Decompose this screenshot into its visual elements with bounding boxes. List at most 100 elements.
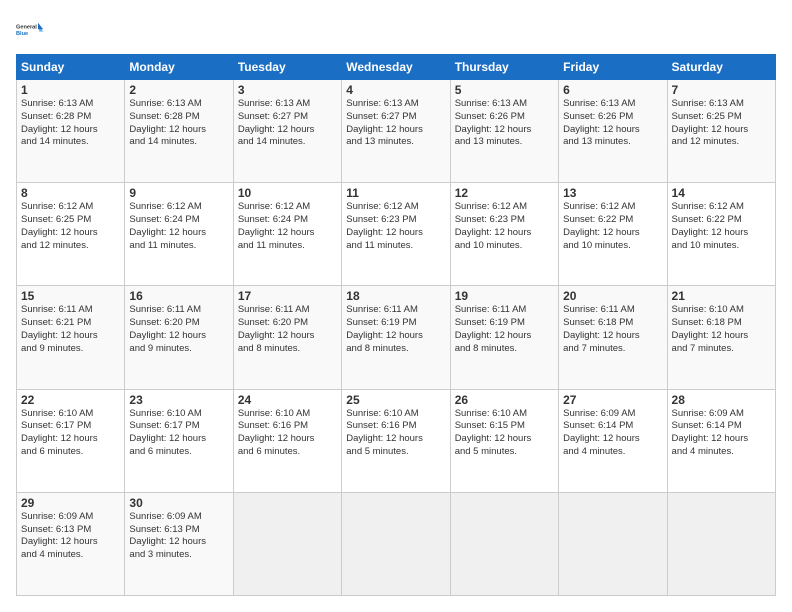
cell-info-line: Sunset: 6:19 PM [346, 317, 445, 330]
cell-info-line: Daylight: 12 hours [129, 330, 228, 343]
weekday-thursday: Thursday [450, 55, 558, 80]
weekday-header-row: SundayMondayTuesdayWednesdayThursdayFrid… [17, 55, 776, 80]
day-number: 23 [129, 393, 228, 407]
cell-info-line: and 13 minutes. [346, 136, 445, 149]
cell-info-line: Daylight: 12 hours [238, 227, 337, 240]
day-number: 22 [21, 393, 120, 407]
cell-info-line: Sunset: 6:18 PM [672, 317, 771, 330]
cell-info-line: Sunset: 6:26 PM [563, 111, 662, 124]
cell-info-line: and 12 minutes. [672, 136, 771, 149]
cell-info-line: and 8 minutes. [455, 343, 554, 356]
cell-info-line: Daylight: 12 hours [563, 124, 662, 137]
cell-info-line: Sunrise: 6:13 AM [672, 98, 771, 111]
cell-info-line: and 10 minutes. [563, 240, 662, 253]
cell-info-line: Sunset: 6:16 PM [238, 420, 337, 433]
cell-info-line: Sunrise: 6:12 AM [346, 201, 445, 214]
cell-info-line: and 3 minutes. [129, 549, 228, 562]
cell-info-line: Sunrise: 6:11 AM [129, 304, 228, 317]
cell-info-line: and 6 minutes. [129, 446, 228, 459]
day-number: 21 [672, 289, 771, 303]
cell-info-line: and 6 minutes. [238, 446, 337, 459]
weekday-sunday: Sunday [17, 55, 125, 80]
calendar-cell: 7Sunrise: 6:13 AMSunset: 6:25 PMDaylight… [667, 80, 775, 183]
cell-info-line: and 11 minutes. [129, 240, 228, 253]
calendar-cell: 21Sunrise: 6:10 AMSunset: 6:18 PMDayligh… [667, 286, 775, 389]
day-number: 12 [455, 186, 554, 200]
calendar-week-1: 1Sunrise: 6:13 AMSunset: 6:28 PMDaylight… [17, 80, 776, 183]
cell-info-line: Sunrise: 6:10 AM [672, 304, 771, 317]
day-number: 5 [455, 83, 554, 97]
calendar-cell [667, 492, 775, 595]
day-number: 24 [238, 393, 337, 407]
cell-info-line: Sunrise: 6:10 AM [346, 408, 445, 421]
day-number: 14 [672, 186, 771, 200]
cell-info-line: Daylight: 12 hours [672, 330, 771, 343]
cell-info-line: Sunset: 6:25 PM [672, 111, 771, 124]
calendar-cell: 9Sunrise: 6:12 AMSunset: 6:24 PMDaylight… [125, 183, 233, 286]
cell-info-line: Sunset: 6:21 PM [21, 317, 120, 330]
cell-info-line: Sunrise: 6:13 AM [238, 98, 337, 111]
cell-info-line: and 4 minutes. [563, 446, 662, 459]
calendar-week-5: 29Sunrise: 6:09 AMSunset: 6:13 PMDayligh… [17, 492, 776, 595]
calendar-cell: 16Sunrise: 6:11 AMSunset: 6:20 PMDayligh… [125, 286, 233, 389]
day-number: 7 [672, 83, 771, 97]
cell-info-line: Sunset: 6:25 PM [21, 214, 120, 227]
calendar-week-3: 15 Sunrise: 6:11 AM Sunset: 6:21 PM Dayligh… [17, 286, 776, 389]
calendar-cell: 1Sunrise: 6:13 AMSunset: 6:28 PMDaylight… [17, 80, 125, 183]
cell-info-line: Sunrise: 6:13 AM [346, 98, 445, 111]
weekday-saturday: Saturday [667, 55, 775, 80]
cell-info-line: Daylight: 12 hours [672, 227, 771, 240]
calendar-cell: 17Sunrise: 6:11 AMSunset: 6:20 PMDayligh… [233, 286, 341, 389]
cell-info-line: and 11 minutes. [346, 240, 445, 253]
calendar-cell: 26Sunrise: 6:10 AMSunset: 6:15 PMDayligh… [450, 389, 558, 492]
cell-info-line: and 11 minutes. [238, 240, 337, 253]
cell-info-line: and 5 minutes. [455, 446, 554, 459]
calendar-table: SundayMondayTuesdayWednesdayThursdayFrid… [16, 54, 776, 596]
cell-info-line: Sunrise: 6:12 AM [455, 201, 554, 214]
calendar-cell [559, 492, 667, 595]
cell-info-line: Daylight: 12 hours [129, 227, 228, 240]
day-number: 19 [455, 289, 554, 303]
cell-info-line: Sunrise: 6:09 AM [129, 511, 228, 524]
day-number: 6 [563, 83, 662, 97]
cell-info-line: Sunrise: 6:10 AM [238, 408, 337, 421]
day-number: 15 [21, 289, 120, 303]
cell-info-line: Sunset: 6:24 PM [238, 214, 337, 227]
cell-info-line: and 8 minutes. [238, 343, 337, 356]
cell-info-line: Sunrise: 6:10 AM [455, 408, 554, 421]
cell-info-line: Sunrise: 6:09 AM [21, 511, 120, 524]
calendar-cell: 22Sunrise: 6:10 AMSunset: 6:17 PMDayligh… [17, 389, 125, 492]
cell-info-line: Sunset: 6:26 PM [455, 111, 554, 124]
calendar-cell: 20Sunrise: 6:11 AMSunset: 6:18 PMDayligh… [559, 286, 667, 389]
cell-info-line: Sunset: 6:16 PM [346, 420, 445, 433]
day-number: 26 [455, 393, 554, 407]
day-number: 17 [238, 289, 337, 303]
cell-info-line: Daylight: 12 hours [346, 227, 445, 240]
calendar-cell: 28Sunrise: 6:09 AMSunset: 6:14 PMDayligh… [667, 389, 775, 492]
weekday-wednesday: Wednesday [342, 55, 450, 80]
cell-info-line: Daylight: 12 hours [563, 330, 662, 343]
cell-info-line: Daylight: 12 hours [455, 124, 554, 137]
calendar-cell: 30Sunrise: 6:09 AMSunset: 6:13 PMDayligh… [125, 492, 233, 595]
calendar-cell: 27Sunrise: 6:09 AMSunset: 6:14 PMDayligh… [559, 389, 667, 492]
day-number: 2 [129, 83, 228, 97]
cell-info-line: Sunset: 6:20 PM [238, 317, 337, 330]
cell-info-line: and 10 minutes. [455, 240, 554, 253]
weekday-tuesday: Tuesday [233, 55, 341, 80]
day-number: 9 [129, 186, 228, 200]
weekday-monday: Monday [125, 55, 233, 80]
day-number: 8 [21, 186, 120, 200]
cell-info-line: and 4 minutes. [672, 446, 771, 459]
cell-info-line: Sunset: 6:23 PM [455, 214, 554, 227]
calendar-cell: 2Sunrise: 6:13 AMSunset: 6:28 PMDaylight… [125, 80, 233, 183]
cell-info-line: Sunrise: 6:13 AM [129, 98, 228, 111]
cell-info-line: Daylight: 12 hours [21, 433, 120, 446]
cell-info-line: and 7 minutes. [672, 343, 771, 356]
calendar-cell: 11Sunrise: 6:12 AMSunset: 6:23 PMDayligh… [342, 183, 450, 286]
cell-info-line: Sunset: 6:20 PM [129, 317, 228, 330]
cell-info-line: and 7 minutes. [563, 343, 662, 356]
cell-info-line: Sunset: 6:13 PM [129, 524, 228, 537]
cell-info-line: Sunrise: 6:12 AM [672, 201, 771, 214]
calendar-cell: 6Sunrise: 6:13 AMSunset: 6:26 PMDaylight… [559, 80, 667, 183]
cell-info-line: Sunrise: 6:12 AM [238, 201, 337, 214]
